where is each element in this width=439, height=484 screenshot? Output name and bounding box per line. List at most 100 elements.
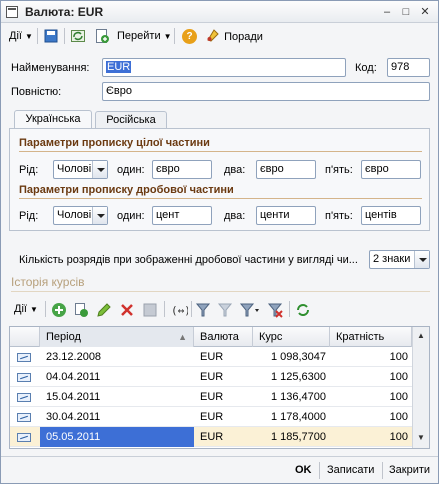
toolbar-separator xyxy=(64,28,65,44)
filter-icon[interactable] xyxy=(195,302,211,318)
dropdown-arrow-icon: ▼ xyxy=(163,32,172,41)
filter-clear-icon[interactable] xyxy=(267,302,283,318)
window-title: Валюта: EUR xyxy=(25,5,104,19)
goto-row-icon[interactable]: (↔) xyxy=(170,302,188,318)
dropdown-arrow-icon: ▼ xyxy=(25,32,33,41)
delete-icon[interactable] xyxy=(119,302,135,318)
rate-cell: 1 185,7700 xyxy=(270,431,326,443)
tips-label: Поради xyxy=(224,31,263,43)
table-row-selected[interactable]: 05.05.2011 EUR 1 185,7700 100 xyxy=(10,427,412,447)
period-cell[interactable]: 05.05.2011 xyxy=(40,427,194,447)
ok-button[interactable]: OK xyxy=(295,462,312,478)
chevron-down-icon[interactable] xyxy=(414,251,429,268)
filter-value-icon[interactable] xyxy=(217,302,233,318)
period-cell: 23.12.2008 xyxy=(46,351,102,363)
integer-part-title: Параметри прописку цілої частини xyxy=(19,137,210,149)
currency-cell: EUR xyxy=(200,391,224,403)
post-icon[interactable] xyxy=(142,302,158,318)
integer-two-field[interactable]: євро xyxy=(256,160,316,179)
integer-one-field[interactable]: євро xyxy=(152,160,212,179)
column-header-currency[interactable]: Валюта xyxy=(194,327,253,347)
title-bar[interactable]: Валюта: EUR – □ ✕ xyxy=(1,1,438,23)
currency-cell: EUR xyxy=(200,351,224,363)
close-button[interactable]: ✕ xyxy=(418,5,432,19)
actions-menu-button[interactable]: Дії ▼ xyxy=(6,27,36,45)
multiplicity-cell: 100 xyxy=(389,371,408,383)
filter-list-icon[interactable] xyxy=(239,302,261,318)
tips-button[interactable]: Поради xyxy=(202,27,266,45)
column-header-label: Період xyxy=(46,331,81,343)
main-toolbar: Дії ▼ Перейти ▼ ? Поради xyxy=(1,24,438,48)
multiplicity-cell: 100 xyxy=(389,391,408,403)
tab-panel-ukrainian: Параметри прописку цілої частини Рід: Чо… xyxy=(9,128,430,231)
currency-cell: EUR xyxy=(200,371,224,383)
fraction-five-field[interactable]: центів xyxy=(361,206,421,225)
currency-cell: EUR xyxy=(200,431,224,443)
fraction-two-field[interactable]: центи xyxy=(256,206,316,225)
table-row[interactable]: 04.04.2011 EUR 1 125,6300 100 xyxy=(10,367,412,387)
column-header-rate[interactable]: Курс xyxy=(253,327,330,347)
scroll-up-icon[interactable]: ▲ xyxy=(414,329,428,343)
history-actions-button[interactable]: Дії ▼ xyxy=(11,300,41,318)
rate-cell: 1 136,4700 xyxy=(270,391,326,403)
name-field[interactable]: EUR xyxy=(102,58,346,77)
integer-one-label: один: xyxy=(117,164,145,176)
document-add-icon xyxy=(96,29,109,43)
refresh-icon xyxy=(71,30,85,42)
help-icon: ? xyxy=(182,29,197,44)
table-scrollbar[interactable]: ▲ ▼ xyxy=(412,327,429,448)
new-document-button[interactable] xyxy=(92,27,112,45)
name-value: EUR xyxy=(106,61,132,73)
full-name-field[interactable]: Євро xyxy=(102,82,430,101)
fraction-gender-select[interactable]: Чолові xyxy=(53,206,108,225)
close-form-button[interactable]: Закрити xyxy=(389,462,430,478)
integer-five-field[interactable]: євро xyxy=(361,160,421,179)
digits-select[interactable]: 2 знаки xyxy=(369,250,430,269)
digits-value: 2 знаки xyxy=(373,253,411,265)
rate-cell: 1 178,4000 xyxy=(270,411,326,423)
fraction-gender-value: Чолові xyxy=(57,209,92,221)
chevron-down-icon[interactable] xyxy=(92,161,107,178)
column-header-period[interactable]: Період ▲ xyxy=(40,327,194,347)
copy-icon[interactable] xyxy=(73,302,89,318)
rate-cell: 1 098,3047 xyxy=(270,351,326,363)
help-button[interactable]: ? xyxy=(179,27,197,45)
fraction-two-label: два: xyxy=(224,210,246,222)
window-icon xyxy=(6,6,18,18)
section-divider xyxy=(11,291,430,292)
name-label: Найменування: xyxy=(11,62,90,74)
edit-icon[interactable] xyxy=(96,302,112,318)
rate-record-icon xyxy=(17,393,31,402)
save-button[interactable]: Записати xyxy=(327,462,374,478)
table-row[interactable]: 23.12.2008 EUR 1 098,3047 100 xyxy=(10,347,412,367)
add-icon[interactable] xyxy=(51,302,67,318)
toolbar-separator xyxy=(164,301,165,317)
integer-gender-select[interactable]: Чолові xyxy=(53,160,108,179)
chevron-down-icon[interactable] xyxy=(92,207,107,224)
integer-gender-value: Чолові xyxy=(57,163,92,175)
integer-gender-label: Рід: xyxy=(19,164,39,176)
section-divider xyxy=(19,198,422,199)
refresh-button[interactable] xyxy=(68,27,88,45)
tab-ukrainian[interactable]: Українська xyxy=(14,110,92,130)
integer-five-label: п'ять: xyxy=(325,164,353,176)
period-cell: 30.04.2011 xyxy=(46,411,101,423)
minimize-button[interactable]: – xyxy=(380,5,394,19)
rate-record-icon xyxy=(17,413,31,422)
goto-menu-button[interactable]: Перейти ▼ xyxy=(114,27,175,45)
rates-table[interactable]: Період ▲ Валюта Курс Кратність 23.12.200… xyxy=(9,326,430,449)
scroll-down-icon[interactable]: ▼ xyxy=(414,431,428,445)
maximize-button[interactable]: □ xyxy=(399,5,413,19)
period-cell: 04.04.2011 xyxy=(46,371,101,383)
refresh-icon[interactable] xyxy=(295,302,311,318)
column-header-multiplicity[interactable]: Кратність xyxy=(330,327,412,347)
integer-two-label: два: xyxy=(224,164,246,176)
table-row[interactable]: 15.04.2011 EUR 1 136,4700 100 xyxy=(10,387,412,407)
footer-bar: OK Записати Закрити xyxy=(1,456,438,483)
toolbar-separator xyxy=(289,301,290,317)
save-close-button[interactable] xyxy=(41,27,61,45)
fraction-one-field[interactable]: цент xyxy=(152,206,212,225)
table-row[interactable]: 30.04.2011 EUR 1 178,4000 100 xyxy=(10,407,412,427)
fraction-one-label: один: xyxy=(117,210,145,222)
code-field[interactable]: 978 xyxy=(387,58,430,77)
